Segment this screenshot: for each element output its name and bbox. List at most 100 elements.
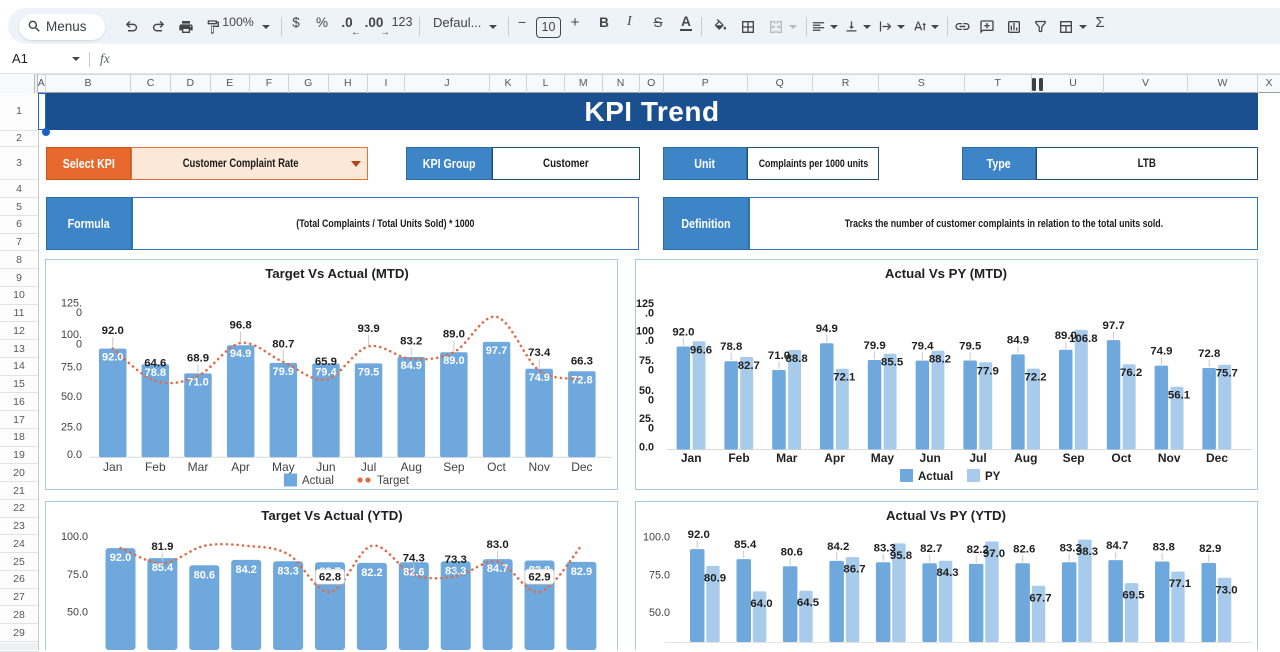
svg-text:79.5: 79.5 <box>358 366 379 378</box>
svg-text:92.0: 92.0 <box>102 325 124 337</box>
svg-text:96.8: 96.8 <box>230 320 252 332</box>
svg-text:75.0: 75.0 <box>67 569 88 581</box>
svg-text:83.2: 83.2 <box>400 336 422 348</box>
svg-text:64.5: 64.5 <box>797 597 820 609</box>
svg-text:Nov: Nov <box>529 460 550 474</box>
svg-text:75.0: 75.0 <box>649 569 670 581</box>
svg-text:Actual Vs PY (MTD): Actual Vs PY (MTD) <box>885 266 1007 281</box>
svg-text:Jan: Jan <box>681 451 702 465</box>
svg-text:85.4: 85.4 <box>152 562 174 574</box>
svg-text:62.8: 62.8 <box>319 572 341 584</box>
svg-text:67.7: 67.7 <box>1029 592 1051 604</box>
svg-text:77.9: 77.9 <box>977 365 999 377</box>
svg-text:106.8: 106.8 <box>1069 333 1098 345</box>
svg-text:80.6: 80.6 <box>781 546 803 558</box>
svg-text:88.2: 88.2 <box>929 354 951 366</box>
svg-text:96.6: 96.6 <box>690 344 712 356</box>
svg-text:83.0: 83.0 <box>487 539 509 551</box>
svg-text:69.5: 69.5 <box>1122 590 1145 602</box>
svg-text:73.3: 73.3 <box>445 554 467 566</box>
svg-text:64.0: 64.0 <box>750 598 772 610</box>
svg-text:75.7: 75.7 <box>1216 368 1238 380</box>
svg-text:50.0: 50.0 <box>67 607 88 619</box>
svg-text:0.0: 0.0 <box>639 442 654 454</box>
svg-text:Nov: Nov <box>1158 451 1181 465</box>
svg-text:Aug: Aug <box>401 460 422 474</box>
svg-text:62.9: 62.9 <box>528 572 550 584</box>
svg-text:82.6: 82.6 <box>1013 543 1035 555</box>
svg-text:50.0: 50.0 <box>61 391 82 403</box>
svg-text:May: May <box>871 451 895 465</box>
svg-text:80.9: 80.9 <box>704 572 726 584</box>
svg-text:84.9: 84.9 <box>1007 334 1029 346</box>
svg-text:0: 0 <box>76 339 82 351</box>
svg-text:85.4: 85.4 <box>734 539 757 551</box>
svg-text:84.9: 84.9 <box>400 360 421 372</box>
svg-text:Jul: Jul <box>969 451 986 465</box>
svg-text:.0: .0 <box>645 335 654 347</box>
svg-text:82.7: 82.7 <box>920 543 942 555</box>
svg-text:93.9: 93.9 <box>358 323 380 335</box>
svg-text:80.7: 80.7 <box>272 339 294 351</box>
svg-text:79.4: 79.4 <box>315 367 337 379</box>
svg-text:92.0: 92.0 <box>102 352 123 364</box>
svg-text:71.0: 71.0 <box>187 376 208 388</box>
svg-text:79.9: 79.9 <box>273 366 294 378</box>
svg-text:76.2: 76.2 <box>1120 367 1142 379</box>
svg-text:73.4: 73.4 <box>528 347 551 359</box>
svg-text:68.9: 68.9 <box>187 352 209 364</box>
svg-text:92.0: 92.0 <box>110 552 131 564</box>
svg-text:Target Vs Actual (YTD): Target Vs Actual (YTD) <box>261 508 402 523</box>
svg-text:83.8: 83.8 <box>1153 542 1175 554</box>
svg-text:Dec: Dec <box>571 460 592 474</box>
svg-text:Feb: Feb <box>728 451 749 465</box>
svg-text:Jun: Jun <box>920 451 941 465</box>
svg-text:74.3: 74.3 <box>403 552 425 564</box>
svg-text:84.7: 84.7 <box>1106 540 1128 552</box>
svg-text:92.0: 92.0 <box>688 529 710 541</box>
svg-text:Actual: Actual <box>302 475 334 487</box>
svg-text:PY: PY <box>985 471 1001 483</box>
svg-text:72.8: 72.8 <box>571 374 592 386</box>
svg-text:79.9: 79.9 <box>864 340 886 352</box>
svg-text:0: 0 <box>648 422 654 434</box>
svg-text:Aug: Aug <box>1014 451 1037 465</box>
svg-text:0: 0 <box>76 307 82 319</box>
svg-text:84.3: 84.3 <box>936 567 958 579</box>
svg-text:Sep: Sep <box>443 460 465 474</box>
svg-text:98.3: 98.3 <box>1076 546 1098 558</box>
svg-text:Apr: Apr <box>824 451 845 465</box>
svg-text:66.3: 66.3 <box>571 356 593 368</box>
svg-text:Jan: Jan <box>103 460 122 474</box>
svg-text:92.0: 92.0 <box>672 327 694 339</box>
svg-text:65.9: 65.9 <box>315 356 337 368</box>
svg-text:Target Vs Actual (MTD): Target Vs Actual (MTD) <box>265 266 409 281</box>
svg-text:94.9: 94.9 <box>230 348 251 360</box>
svg-text:50.0: 50.0 <box>649 607 670 619</box>
svg-text:74.9: 74.9 <box>528 372 549 384</box>
svg-text:64.6: 64.6 <box>144 358 166 370</box>
svg-text:Oct: Oct <box>1111 451 1131 465</box>
svg-text:77.1: 77.1 <box>1169 578 1192 590</box>
svg-text:Jun: Jun <box>316 460 335 474</box>
svg-text:73.0: 73.0 <box>1215 584 1237 596</box>
svg-text:79.5: 79.5 <box>959 341 982 353</box>
svg-text:56.1: 56.1 <box>1168 390 1191 402</box>
svg-text:Feb: Feb <box>145 460 166 474</box>
svg-text:94.9: 94.9 <box>816 323 838 335</box>
svg-text:95.8: 95.8 <box>890 550 912 562</box>
svg-text:84.2: 84.2 <box>235 564 256 576</box>
svg-text:97.7: 97.7 <box>1103 320 1125 332</box>
svg-text:Dec: Dec <box>1206 451 1228 465</box>
svg-text:84.2: 84.2 <box>827 541 849 553</box>
svg-text:Mar: Mar <box>188 460 209 474</box>
svg-text:74.9: 74.9 <box>1150 346 1172 358</box>
svg-text:25.0: 25.0 <box>61 421 82 433</box>
svg-text:89.0: 89.0 <box>443 355 464 367</box>
svg-text:82.7: 82.7 <box>738 360 760 372</box>
svg-text:0: 0 <box>648 365 654 377</box>
svg-text:Target: Target <box>377 475 410 487</box>
svg-text:72.1: 72.1 <box>833 372 856 384</box>
svg-text:89.0: 89.0 <box>443 329 465 341</box>
svg-text:.0: .0 <box>645 307 654 319</box>
